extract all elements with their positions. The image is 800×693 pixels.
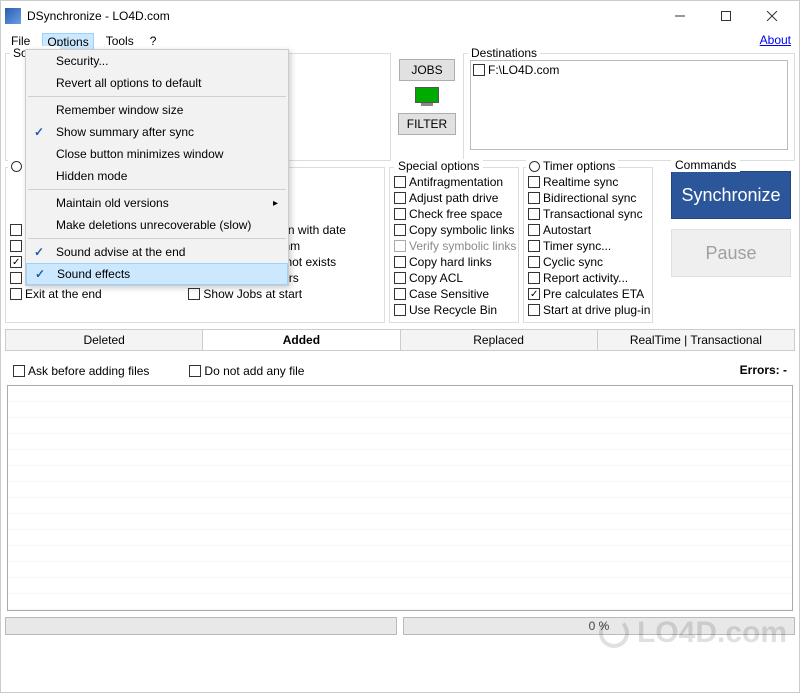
- tab-added[interactable]: Added: [203, 330, 400, 350]
- chk-ask-before[interactable]: [13, 365, 25, 377]
- menu-makedel[interactable]: Make deletions unrecoverable (slow): [26, 214, 288, 236]
- menu-soundfx[interactable]: Sound effects: [26, 263, 288, 285]
- chk-donotadd[interactable]: [189, 365, 201, 377]
- chk-trans[interactable]: [528, 208, 540, 220]
- chk-exit[interactable]: [10, 288, 22, 300]
- progress-bar-2: 0 %: [403, 617, 795, 635]
- chk-showjobs[interactable]: [188, 288, 200, 300]
- destinations-list[interactable]: F:\LO4D.com: [470, 60, 788, 150]
- menu-revert[interactable]: Revert all options to default: [26, 72, 288, 94]
- menu-soundadv[interactable]: Sound advise at the end: [26, 241, 288, 263]
- timer-radio[interactable]: [529, 161, 540, 172]
- chk-verifysym: [394, 240, 406, 252]
- menu-hidden[interactable]: Hidden mode: [26, 165, 288, 187]
- timer-header: Timer options: [543, 159, 615, 173]
- chk-recycle[interactable]: [394, 304, 406, 316]
- chk-adjust[interactable]: [394, 192, 406, 204]
- minimize-button[interactable]: [657, 1, 703, 31]
- chk-casesens[interactable]: [394, 288, 406, 300]
- maximize-button[interactable]: [703, 1, 749, 31]
- general-radio[interactable]: [11, 161, 22, 172]
- about-link[interactable]: About: [760, 33, 791, 47]
- menu-security[interactable]: Security...: [26, 50, 288, 72]
- app-icon: [5, 8, 21, 24]
- tab-deleted[interactable]: Deleted: [6, 330, 203, 350]
- options-menu: Security... Revert all options to defaul…: [25, 49, 289, 286]
- tab-replaced[interactable]: Replaced: [401, 330, 598, 350]
- chk-autostart[interactable]: [528, 224, 540, 236]
- progress-bar-1: [5, 617, 397, 635]
- synchronize-button[interactable]: Synchronize: [671, 171, 791, 219]
- chk-move[interactable]: [10, 224, 22, 236]
- chk-bidir[interactable]: [528, 192, 540, 204]
- jobs-button[interactable]: JOBS: [399, 59, 455, 81]
- menu-closemin[interactable]: Close button minimizes window: [26, 143, 288, 165]
- chk-synctime[interactable]: [10, 240, 22, 252]
- destinations-header: Destinations: [468, 46, 540, 60]
- chk-timersync[interactable]: [528, 240, 540, 252]
- chk-copyacl[interactable]: [394, 272, 406, 284]
- chk-startplug[interactable]: [528, 304, 540, 316]
- log-list[interactable]: [7, 385, 793, 611]
- window-title: DSynchronize - LO4D.com: [27, 9, 657, 23]
- chk-copysym[interactable]: [394, 224, 406, 236]
- tab-realtime[interactable]: RealTime | Transactional: [598, 330, 794, 350]
- special-header: Special options: [394, 159, 483, 173]
- monitor-icon[interactable]: [415, 87, 439, 107]
- dest-checkbox[interactable]: [473, 64, 485, 76]
- menu-summary[interactable]: Show summary after sync: [26, 121, 288, 143]
- chk-realtime[interactable]: [528, 176, 540, 188]
- chk-shutdown[interactable]: [10, 272, 22, 284]
- errors-label: Errors: -: [740, 363, 787, 379]
- chk-copyhard[interactable]: [394, 256, 406, 268]
- chk-checkfree[interactable]: [394, 208, 406, 220]
- chk-antifrag[interactable]: [394, 176, 406, 188]
- chk-cyclic[interactable]: [528, 256, 540, 268]
- filter-button[interactable]: FILTER: [398, 113, 456, 135]
- destination-item[interactable]: F:\LO4D.com: [473, 63, 785, 77]
- pause-button: Pause: [671, 229, 791, 277]
- commands-header: Commands: [671, 158, 740, 172]
- chk-report[interactable]: [528, 272, 540, 284]
- chk-precalc[interactable]: [528, 288, 540, 300]
- dest-path: F:\LO4D.com: [488, 63, 559, 77]
- menu-maintain[interactable]: Maintain old versions: [26, 192, 288, 214]
- close-button[interactable]: [749, 1, 795, 31]
- menu-remember[interactable]: Remember window size: [26, 99, 288, 121]
- chk-hidden[interactable]: [10, 256, 22, 268]
